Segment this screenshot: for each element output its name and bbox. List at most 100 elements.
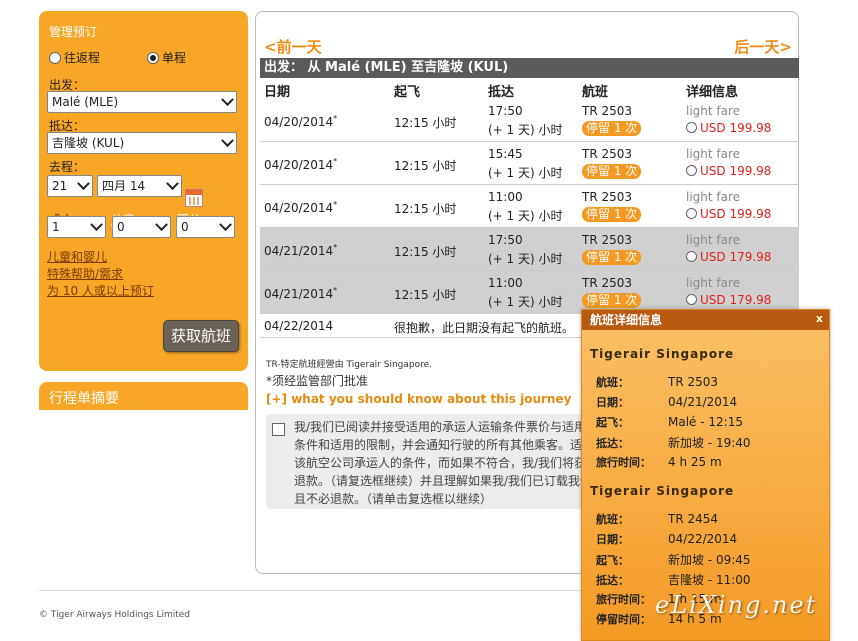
row-arrive-note: (+ 1 天) 小时 <box>488 166 563 180</box>
terms-checkbox[interactable] <box>272 423 285 436</box>
row-arrive-note: (+ 1 天) 小时 <box>488 123 563 137</box>
copyright: © Tiger Airways Holdings Limited <box>39 610 191 620</box>
destination-value: 吉隆坡 (KUL) <box>52 136 125 150</box>
row-date: 04/20/2014* <box>264 200 338 215</box>
booking-title: 管理预订 <box>49 25 98 39</box>
row-arrive-note: (+ 1 天) 小时 <box>488 295 563 309</box>
col-date: 日期 <box>264 85 291 100</box>
flight-row[interactable]: 04/21/2014* 12:15 小时 11:00 (+ 1 天) 小时 TR… <box>260 271 799 314</box>
depart-label: 去程： <box>49 160 86 174</box>
row-arrive: 17:50 <box>488 233 523 247</box>
segment-arrive: 抵达： 吉隆坡 - 11:00 <box>596 573 751 587</box>
calendar-icon[interactable] <box>185 189 203 207</box>
day-select[interactable]: 21 <box>47 175 93 197</box>
adults-select[interactable]: 1 <box>47 216 106 238</box>
row-depart: 12:15 小时 <box>394 245 457 259</box>
stops-badge[interactable]: 停留 1 次 <box>582 207 642 222</box>
segment-arrive: 抵达： 新加坡 - 19:40 <box>596 436 751 450</box>
chevron-down-icon <box>155 218 168 232</box>
chevron-down-icon <box>221 93 234 107</box>
fare-radio[interactable] <box>686 165 697 176</box>
chevron-down-icon <box>77 177 90 191</box>
flight-row[interactable]: 04/20/2014* 12:15 小时 17:50 (+ 1 天) 小时 TR… <box>260 99 799 142</box>
infants-select[interactable]: 0 <box>176 216 235 238</box>
stops-badge[interactable]: 停留 1 次 <box>582 121 642 136</box>
segment-date: 日期： 04/21/2014 <box>596 395 738 409</box>
journey-info-link[interactable]: [+] what you should know about this jour… <box>266 392 571 406</box>
chevron-down-icon <box>166 177 179 191</box>
fare-radio[interactable] <box>686 122 697 133</box>
itinerary-summary-header[interactable]: 行程单摘要 <box>39 382 248 410</box>
prev-day-link[interactable]: <前一天 <box>264 36 322 57</box>
month-select[interactable]: 四月 14 <box>97 175 182 197</box>
no-flight-date: 04/22/2014 <box>264 319 334 333</box>
row-arrive: 15:45 <box>488 147 523 161</box>
operator-note: TR-特定航班經營由 Tigerair Singapore. <box>266 360 433 370</box>
month-value: 四月 14 <box>102 179 146 193</box>
close-icon[interactable]: x <box>816 312 823 325</box>
col-arrive: 抵达 <box>488 85 515 100</box>
stops-badge[interactable]: 停留 1 次 <box>582 293 642 308</box>
special-help-link[interactable]: 特殊帮助/需求 <box>47 266 154 283</box>
approval-note: *须经监管部门批准 <box>266 374 369 388</box>
origin-value: Malé (MLE) <box>52 95 119 109</box>
row-flight: TR 2503 <box>582 147 633 161</box>
destination-select[interactable]: 吉隆坡 (KUL) <box>47 132 237 154</box>
row-date: 04/20/2014* <box>264 157 338 172</box>
fare-type: light fare <box>686 276 741 290</box>
get-flights-button[interactable]: 获取航班 <box>163 320 239 352</box>
fare-type: light fare <box>686 190 741 204</box>
chevron-down-icon <box>219 218 232 232</box>
fare-radio[interactable] <box>686 294 697 305</box>
booking-panel: 管理预订 往返程 单程 出发： Malé (MLE) 抵达： 吉隆坡 (KUL)… <box>39 11 248 371</box>
fare-radio[interactable] <box>686 251 697 262</box>
children-select[interactable]: 0 <box>112 216 171 238</box>
segment-date: 日期： 04/22/2014 <box>596 532 738 546</box>
stops-badge[interactable]: 停留 1 次 <box>582 250 642 265</box>
footer-divider <box>39 590 599 591</box>
row-flight: TR 2503 <box>582 190 633 204</box>
fare-radio[interactable] <box>686 208 697 219</box>
round-trip-label: 往返程 <box>64 51 101 65</box>
segment-duration: 旅行时间： 4 h 25 m <box>596 455 722 469</box>
row-arrive: 11:00 <box>488 276 523 290</box>
row-depart: 12:15 小时 <box>394 288 457 302</box>
booking-links: 儿童和婴儿 特殊帮助/需求 为 10 人或以上预订 <box>47 249 154 300</box>
one-way-radio[interactable] <box>147 51 159 64</box>
children-value: 0 <box>117 220 125 234</box>
origin-select[interactable]: Malé (MLE) <box>47 91 237 113</box>
children-infants-link[interactable]: 儿童和婴儿 <box>47 249 154 266</box>
flight-row[interactable]: 04/20/2014* 12:15 小时 15:45 (+ 1 天) 小时 TR… <box>260 142 799 185</box>
round-trip-option[interactable]: 往返程 <box>49 49 100 66</box>
no-flight-message: 很抱歉，此日期没有起飞的航班。 <box>394 321 575 335</box>
row-date: 04/21/2014* <box>264 286 338 301</box>
row-arrive-note: (+ 1 天) 小时 <box>488 209 563 223</box>
watermark: eLiXing.net <box>655 591 818 619</box>
row-flight: TR 2503 <box>582 276 633 290</box>
row-date: 04/21/2014* <box>264 243 338 258</box>
segment-flight: 航班： TR 2503 <box>596 375 719 389</box>
terms-text: 我/我们已阅读并接受适用的承运人运输条件票价与适用的条件和适用的限制，并会通知行… <box>294 420 599 506</box>
fare-price: USD 199.98 <box>700 164 772 178</box>
col-flight: 航班 <box>582 85 609 100</box>
segment-airline: Tigerair Singapore <box>590 347 735 361</box>
group-booking-link[interactable]: 为 10 人或以上预订 <box>47 283 154 300</box>
row-flight: TR 2503 <box>582 233 633 247</box>
fare-price: USD 199.98 <box>700 121 772 135</box>
segment-flight: 航班： TR 2454 <box>596 512 719 526</box>
row-depart: 12:15 小时 <box>394 116 457 130</box>
one-way-option[interactable]: 单程 <box>147 49 186 66</box>
flight-row[interactable]: 04/20/2014* 12:15 小时 11:00 (+ 1 天) 小时 TR… <box>260 185 799 228</box>
row-depart: 12:15 小时 <box>394 159 457 173</box>
row-depart: 12:15 小时 <box>394 202 457 216</box>
next-day-link[interactable]: 后一天> <box>734 36 792 57</box>
row-arrive-note: (+ 1 天) 小时 <box>488 252 563 266</box>
chevron-down-icon <box>221 134 234 148</box>
day-value: 21 <box>52 179 68 193</box>
round-trip-radio[interactable] <box>49 51 61 64</box>
segment-airline: Tigerair Singapore <box>590 484 735 498</box>
flight-row[interactable]: 04/21/2014* 12:15 小时 17:50 (+ 1 天) 小时 TR… <box>260 228 799 271</box>
fare-type: light fare <box>686 104 741 118</box>
stops-badge[interactable]: 停留 1 次 <box>582 164 642 179</box>
infants-value: 0 <box>181 220 189 234</box>
